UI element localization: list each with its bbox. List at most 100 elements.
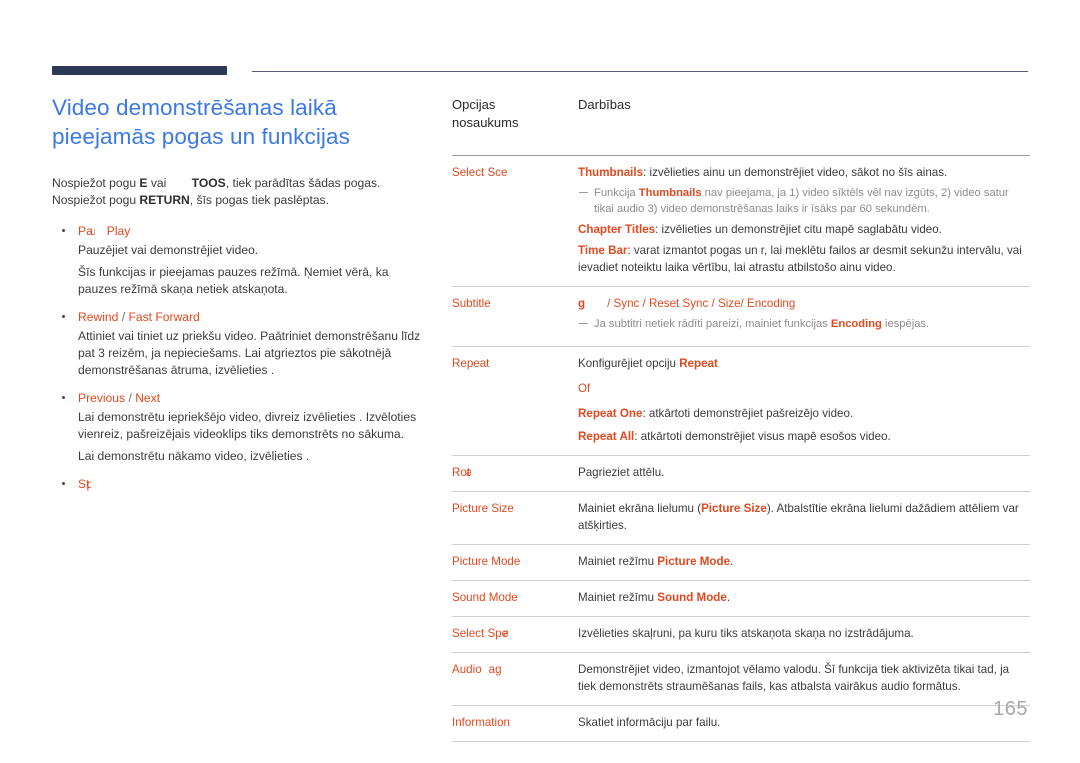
term-repeat-one: Repeat One bbox=[578, 407, 643, 420]
option-name-select-speaker: Select Spea bbox=[452, 617, 578, 653]
table-row: Sound Mode Mainiet režīmu Sound Mode. bbox=[452, 580, 1030, 617]
option-name-picture-size: Picture Size bbox=[452, 502, 514, 515]
desc-line-subtitle-options: g / Sync / Reset Sync / Size/ Encoding bbox=[578, 295, 1030, 312]
header-accent-bar bbox=[52, 66, 227, 75]
list-item-stop: Stp bbox=[52, 476, 430, 493]
option-size: / Size bbox=[711, 297, 741, 310]
bullet-text-pause-play-2: Šīs funkcijas ir pieejamas pauzes režīmā… bbox=[78, 265, 389, 296]
desc-line-thumbnails: Thumbnails: izvēlieties ainu un demonstr… bbox=[578, 164, 1030, 181]
desc-line-repeat-one: Repeat One: atkārtoti demonstrējiet pašr… bbox=[578, 405, 1030, 422]
note-thumbnails: Funkcija Thumbnails nav pieejama, ja 1) … bbox=[578, 185, 1030, 217]
list-item-pause-play: Pau Play Pauzējiet vai demonstrējiet vide… bbox=[52, 223, 430, 298]
bullet-label-fast-forward: Fast Forward bbox=[128, 310, 200, 324]
term-chapter-titles: Chapter Titles bbox=[578, 223, 656, 236]
intro-part-1: Nospiežot pogu bbox=[52, 176, 140, 190]
desc-time-bar-text: : varat izmantot pogas un r, lai meklētu… bbox=[578, 244, 1022, 274]
table-row: Rota Pagrieziet attēlu. bbox=[452, 455, 1030, 492]
button-function-list: Pau Play Pauzējiet vai demonstrējiet vide… bbox=[52, 223, 430, 493]
note-thumbnails-pre: Funkcija bbox=[594, 187, 639, 199]
option-desc-picture-size: Mainiet ekrāna lielumu (Picture Size). A… bbox=[578, 492, 1030, 545]
term-repeat: Repeat bbox=[679, 357, 718, 370]
option-desc-audio-language: Demonstrējiet video, izmantojot vēlamo v… bbox=[578, 653, 1030, 706]
broken-glyph-audio-language: ag bbox=[488, 663, 502, 676]
desc-line-audio-language: Demonstrējiet video, izmantojot vēlamo v… bbox=[578, 663, 1010, 693]
options-table-body: Select Sce Thumbnails: izvēlieties ainu … bbox=[452, 155, 1030, 742]
desc-picture-mode-pre: Mainiet režīmu bbox=[578, 555, 658, 568]
right-column: Opcijas nosaukums Darbības Select Sce Th… bbox=[452, 96, 1030, 742]
column-header-actions: Darbības bbox=[578, 97, 631, 112]
option-desc-select-speaker: Izvēlieties skaļruni, pa kuru tiks atska… bbox=[578, 617, 1030, 653]
bullet-label-next: Next bbox=[135, 391, 161, 405]
options-table-header-row: Opcijas nosaukums Darbības bbox=[452, 96, 1030, 154]
bullet-heading-pause-play: Pau Play bbox=[78, 223, 430, 240]
desc-line-repeat-config: Konfigurējiet opciju Repeat bbox=[578, 355, 1030, 372]
desc-picture-mode-text: . bbox=[730, 555, 734, 568]
option-name-information: Information bbox=[452, 716, 510, 729]
desc-line-sound-mode: Mainiet režīmu Sound Mode. bbox=[578, 589, 1030, 606]
desc-line-rotate: Pagrieziet attēlu. bbox=[578, 466, 665, 479]
bullet-heading-stop: Stp bbox=[78, 476, 430, 493]
bullet-heading-previous-next: Previous / Next bbox=[78, 390, 430, 407]
table-row: Information Skatiet informāciju par fail… bbox=[452, 705, 1030, 742]
table-row: Picture Size Mainiet ekrāna lielumu (Pic… bbox=[452, 491, 1030, 545]
desc-repeat-one-text: : atkārtoti demonstrējiet pašreizējo vid… bbox=[642, 407, 854, 420]
option-off: Of bbox=[578, 382, 591, 395]
option-name-audio-language: Audio ag bbox=[452, 653, 578, 706]
option-name-select-speaker-text: Select Spe bbox=[452, 627, 509, 640]
desc-line-repeat-off: Of bbox=[578, 380, 1030, 397]
option-sync: / Sync bbox=[607, 297, 640, 310]
option-desc-sound-mode: Mainiet režīmu Sound Mode. bbox=[578, 581, 1030, 617]
note-term-encoding: Encoding bbox=[830, 318, 882, 330]
intro-key-tools: TOOS bbox=[191, 176, 226, 190]
intro-part-2: vai bbox=[147, 176, 170, 190]
header-divider-line bbox=[252, 71, 1028, 72]
option-name-select-scene: Select Sce bbox=[452, 166, 508, 179]
term-repeat-all: Repeat All bbox=[578, 430, 635, 443]
note-term-thumbnails: Thumbnails bbox=[638, 187, 702, 199]
option-name-audio-text: Audio bbox=[452, 663, 482, 676]
note-subtitle-encoding: Ja subtitri netiek rādīti pareizi, maini… bbox=[578, 316, 1030, 332]
desc-line-information: Skatiet informāciju par failu. bbox=[578, 716, 721, 729]
option-desc-subtitle: g / Sync / Reset Sync / Size/ Encoding Ja… bbox=[578, 287, 1030, 347]
desc-sound-mode-pre: Mainiet režīmu bbox=[578, 591, 658, 604]
bullet-text-pause-play-1: Pauzējiet vai demonstrējiet video. bbox=[78, 243, 259, 257]
column-header-option-name-line2: nosaukums bbox=[452, 115, 519, 130]
bullet-separator-1: / bbox=[121, 310, 126, 324]
broken-glyph-select-speaker: a bbox=[503, 627, 509, 640]
desc-line-picture-size: Mainiet ekrāna lielumu (Picture Size). A… bbox=[578, 500, 1030, 534]
desc-line-chapter-titles: Chapter Titles: izvēlieties un demonstrē… bbox=[578, 221, 1030, 238]
broken-glyph-rotate: a bbox=[466, 466, 472, 479]
option-desc-repeat: Konfigurējiet opciju Repeat Of Repeat On… bbox=[578, 347, 1030, 456]
page-title: Video demonstrēšanas laikā pieejamās pog… bbox=[52, 93, 430, 151]
broken-glyph-stop: p bbox=[86, 477, 92, 491]
desc-thumbnails-text: : izvēlieties ainu un demonstrējiet vide… bbox=[643, 166, 948, 179]
bullet-text-next: Lai demonstrētu nākamo video, izvēlietie… bbox=[78, 449, 310, 463]
option-reset-sync: / Reset Sync bbox=[642, 297, 709, 310]
table-row: Picture Mode Mainiet režīmu Picture Mode… bbox=[452, 544, 1030, 581]
options-table-head: Opcijas nosaukums Darbības bbox=[452, 96, 1030, 156]
bullet-separator-2: / bbox=[128, 391, 132, 405]
option-name-subtitle: Subtitle bbox=[452, 297, 491, 310]
list-item-rewind-fast-forward: Rewind / Fast Forward Attiniet vai tinie… bbox=[52, 309, 430, 379]
option-desc-rotate: Pagrieziet attēlu. bbox=[578, 456, 1030, 492]
option-desc-information: Skatiet informāciju par failu. bbox=[578, 706, 1030, 742]
desc-line-repeat-all: Repeat All: atkārtoti demonstrējiet visu… bbox=[578, 428, 1030, 445]
table-row: Select Sce Thumbnails: izvēlieties ainu … bbox=[452, 155, 1030, 287]
page-title-line-2: pieejamās pogas un funkcijas bbox=[52, 124, 350, 149]
option-name-repeat: Repeat bbox=[452, 357, 490, 370]
intro-part-4: , šīs pogas tiek paslēptas. bbox=[189, 193, 329, 207]
list-item-previous-next: Previous / Next Lai demonstrētu iepriekš… bbox=[52, 390, 430, 465]
bullet-label-rewind: Rewind bbox=[78, 310, 119, 324]
column-header-option-name: Opcijas nosaukums bbox=[452, 96, 578, 154]
bullet-text-previous: Lai demonstrētu iepriekšējo video, divre… bbox=[78, 410, 417, 441]
desc-picture-size-pre: Mainiet ekrāna lielumu ( bbox=[578, 502, 702, 515]
desc-line-picture-mode: Mainiet režīmu Picture Mode. bbox=[578, 553, 1030, 570]
column-header-option-name-line1: Opcijas bbox=[452, 97, 496, 112]
table-row: Repeat Konfigurējiet opciju Repeat Of Re… bbox=[452, 346, 1030, 456]
intro-key-return: RETURN bbox=[139, 193, 190, 207]
desc-repeat-all-text: : atkārtoti demonstrējiet visus mapē eso… bbox=[634, 430, 891, 443]
term-thumbnails: Thumbnails bbox=[578, 166, 644, 179]
term-time-bar: Time Bar bbox=[578, 244, 628, 257]
option-name-picture-mode: Picture Mode bbox=[452, 555, 521, 568]
table-row: Select Spea Izvēlieties skaļruni, pa kur… bbox=[452, 616, 1030, 653]
